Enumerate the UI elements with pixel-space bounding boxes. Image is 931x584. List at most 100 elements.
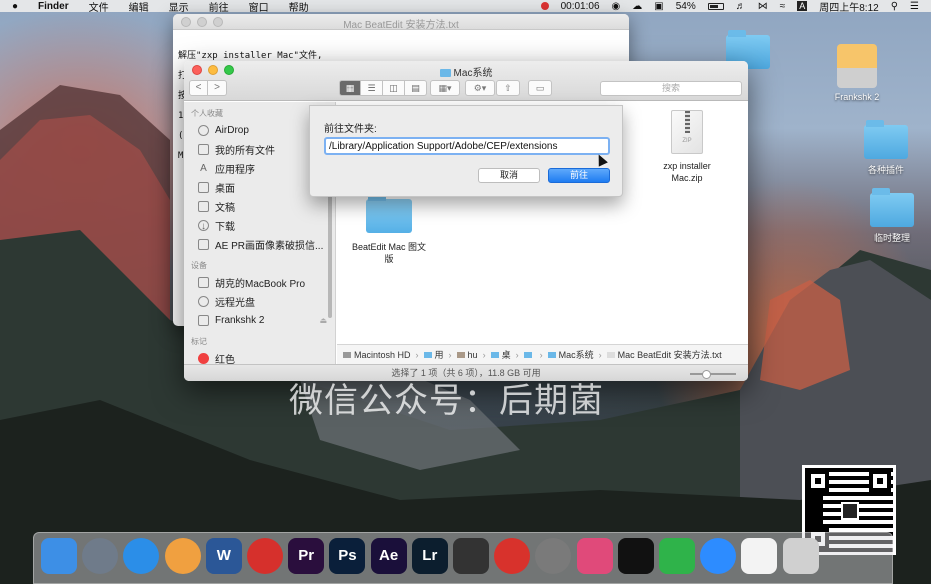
file-name-line: 版 xyxy=(384,254,394,264)
folder-icon xyxy=(423,351,432,358)
menu-file[interactable]: 文件 xyxy=(89,0,109,14)
eye-icon[interactable]: ◉ xyxy=(612,1,621,12)
tag-icon[interactable]: ▭ xyxy=(528,80,552,96)
dock-player-icon[interactable] xyxy=(247,538,283,574)
textedit-titlebar[interactable]: Mac BeatEdit 安装方法.txt xyxy=(173,14,629,31)
search-icon[interactable]: ⚲ xyxy=(891,1,898,12)
column-view-icon[interactable]: ◫ xyxy=(383,80,405,96)
folder-icon xyxy=(439,69,451,77)
zip-badge: ZIP xyxy=(682,138,692,144)
disk-icon xyxy=(343,351,351,358)
sidebar-item-remote-disc[interactable]: 远程光盘 xyxy=(184,292,335,311)
apple-menu-icon[interactable]: ● xyxy=(12,1,18,12)
menu-edit[interactable]: 编辑 xyxy=(129,0,149,14)
text-file-icon xyxy=(606,351,615,358)
dock-after-effects-icon[interactable]: Ae xyxy=(370,538,407,574)
watermark-text: 微信公众号：后期菌 xyxy=(289,382,604,420)
path-segment[interactable]: Mac系统 xyxy=(547,348,594,361)
dock-notes-icon[interactable] xyxy=(741,538,778,574)
dock-word-icon[interactable]: W xyxy=(205,538,242,574)
folder-icon xyxy=(864,120,908,159)
sidebar-item-downloads[interactable]: ↓ 下载 xyxy=(184,216,335,235)
menu-help[interactable]: 帮助 xyxy=(289,0,309,14)
bluetooth-icon[interactable]: ⋈ xyxy=(758,1,768,12)
cloud-icon[interactable]: ☁ xyxy=(632,1,642,12)
sidebar-item-tag-red[interactable]: 红色 xyxy=(184,349,335,364)
icon-view-icon[interactable]: ▦ xyxy=(339,80,361,96)
sidebar-item-ae-pr-folder[interactable]: AE PR画面像素破损信... xyxy=(184,235,335,254)
sidebar-item-documents[interactable]: 文稿 xyxy=(184,197,335,216)
desktop-icon-label: 临时整理 xyxy=(873,233,910,243)
qr-corner xyxy=(869,470,891,492)
folder-icon xyxy=(870,188,914,227)
notification-center-icon[interactable]: ☰ xyxy=(910,1,919,12)
menu-go[interactable]: 前往 xyxy=(209,0,229,14)
path-segment-label: hu xyxy=(467,349,478,360)
desktop-drive[interactable]: Frankshk 2 xyxy=(822,44,892,102)
dock-wechat-icon[interactable] xyxy=(659,538,695,574)
dock-final-cut-icon[interactable] xyxy=(453,538,489,574)
battery-icon[interactable] xyxy=(707,2,724,10)
menu-view[interactable]: 显示 xyxy=(169,0,189,14)
path-segment-label: Mac系统 xyxy=(558,350,594,360)
share-icon[interactable]: ⇧ xyxy=(496,80,520,96)
disc-icon xyxy=(198,296,209,307)
volume-icon[interactable]: ♬ xyxy=(736,1,746,12)
sidebar-item-label: 文稿 xyxy=(215,203,235,214)
back-button[interactable]: < xyxy=(189,80,208,96)
recording-icon[interactable] xyxy=(540,2,549,10)
sidebar-item-macbook[interactable]: 胡克的MacBook Pro xyxy=(184,273,335,292)
sidebar-item-frankshk[interactable]: Frankshk 2 ⏏ xyxy=(184,311,335,330)
arrange-icon[interactable]: ▦▾ xyxy=(430,80,460,96)
gallery-view-icon[interactable]: ▤ xyxy=(405,80,427,96)
airdrop-icon xyxy=(198,125,209,136)
folder-icon xyxy=(547,351,556,358)
dock-photoshop-icon[interactable]: Ps xyxy=(329,538,366,574)
eject-icon[interactable]: ⏏ xyxy=(319,316,327,325)
view-mode-group: ▦ ☰ ◫ ▤ xyxy=(339,80,427,96)
qr-corner xyxy=(807,470,829,492)
dock-trash-icon[interactable] xyxy=(782,538,819,574)
list-view-icon[interactable]: ☰ xyxy=(361,80,383,96)
path-segment[interactable]: 桌 xyxy=(490,348,511,361)
sidebar-item-label: AirDrop xyxy=(215,125,249,136)
menu-app-name[interactable]: Finder xyxy=(38,1,69,12)
input-method[interactable]: A xyxy=(797,1,808,11)
dock-netease-music-icon[interactable] xyxy=(494,538,531,574)
wifi-icon[interactable]: ≈ xyxy=(780,1,786,12)
sidebar-item-label: 胡克的MacBook Pro xyxy=(215,279,306,290)
display-icon[interactable]: ▣ xyxy=(654,1,663,12)
goto-folder-input[interactable] xyxy=(324,137,610,155)
sidebar-item-label: 我的所有文件 xyxy=(215,146,275,157)
desktop-folder-plugins[interactable]: 各种插件 xyxy=(851,120,921,176)
path-segment[interactable]: Macintosh HD xyxy=(343,350,411,360)
gear-icon[interactable]: ⚙▾ xyxy=(465,80,495,96)
dock-photos-icon[interactable] xyxy=(164,538,201,574)
cancel-button[interactable]: 取消 xyxy=(478,168,540,183)
sidebar-item-label: Frankshk 2 xyxy=(215,315,265,326)
dock-zoom-icon[interactable] xyxy=(700,538,737,574)
dock-lightroom-icon[interactable]: Lr xyxy=(411,538,448,574)
dock-qq-icon[interactable] xyxy=(617,538,654,574)
file-item-zip[interactable]: ZIP zxp installer Mac.zip xyxy=(647,110,727,184)
file-item-beatedit-folder[interactable]: BeatEdit Mac 图文 版 xyxy=(343,194,435,265)
dock-launchpad-icon[interactable] xyxy=(82,538,119,574)
icon-size-slider[interactable] xyxy=(690,370,736,379)
dock-finder-icon[interactable] xyxy=(41,538,77,574)
sidebar-item-label: AE PR画面像素破损信... xyxy=(215,241,324,252)
forward-button[interactable]: > xyxy=(208,80,227,96)
dock-cleanmymac-icon[interactable] xyxy=(576,538,613,574)
desktop-folder-temp[interactable]: 临时整理 xyxy=(857,188,927,244)
folder-icon xyxy=(366,194,412,233)
dock-premiere-icon[interactable]: Pr xyxy=(288,538,325,574)
path-segment[interactable]: Mac BeatEdit 安装方法.txt xyxy=(606,348,722,361)
finder-toolbar[interactable]: Mac系统 < > ▦ ☰ ◫ ▤ ▦▾ ⚙▾ ⇧ ▭ 搜索 xyxy=(184,61,748,101)
clock[interactable]: 周四上午8:12 xyxy=(819,0,878,14)
path-segment[interactable]: hu xyxy=(456,349,478,360)
path-segment[interactable]: 用 xyxy=(423,348,444,361)
path-segment[interactable] xyxy=(523,351,535,358)
search-input[interactable]: 搜索 xyxy=(600,81,742,96)
go-button[interactable]: 前往 xyxy=(548,168,610,183)
qr-logo xyxy=(841,502,859,520)
menu-window[interactable]: 窗口 xyxy=(249,0,269,14)
